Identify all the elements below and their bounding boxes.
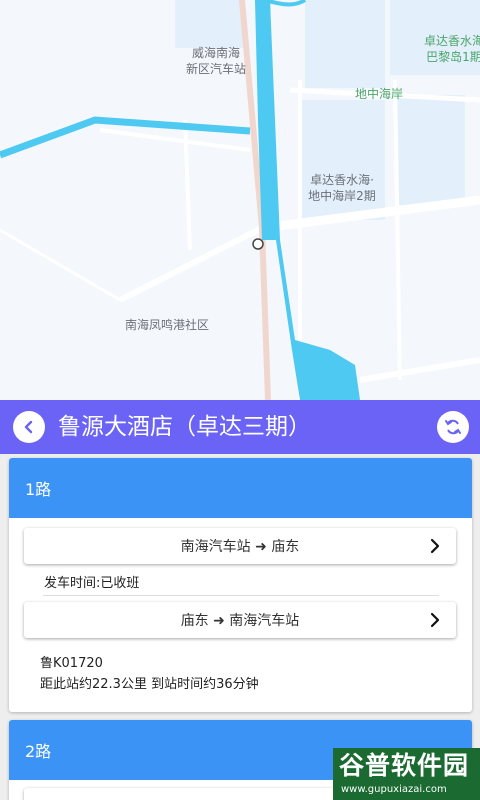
arrival-estimate: 距此站约22.3公里 到站时间约36分钟 [40,677,259,692]
back-button[interactable] [13,411,45,443]
watermark-url: www.gupuxiazai.com [341,784,447,795]
chevron-left-icon [24,420,33,434]
refresh-button[interactable] [437,411,469,443]
direction-label: 南海汽车站 ➜ 庙东 [180,539,300,555]
chevron-right-icon [430,612,440,628]
page-title: 鲁源大酒店（卓达三期） [58,414,311,440]
map-label-weihai-station: 威海南海 新区汽车站 [185,46,246,76]
watermark-title: 谷普软件园 [339,751,470,780]
bus-plate: 鲁K01720 [40,656,103,671]
direction-button[interactable]: 南海汽车站 ➜ 庙东 [24,528,456,564]
direction-label: 庙东 ➜ 南海汽车站 [180,613,300,629]
chevron-right-icon [430,538,440,554]
refresh-icon [445,419,461,435]
departure-time: 发车时间:已收班 [44,576,140,591]
watermark-logo: 谷普软件园 www.gupuxiazai.com [333,748,480,800]
map-view[interactable]: 威海南海 新区汽车站 卓达香水海 巴黎岛1期 地中海岸 卓达香水海· 地中海岸2… [0,0,480,400]
map-label-dizhonghai-coast: 地中海岸 [354,87,403,101]
direction-button[interactable]: 庙东 ➜ 南海汽车站 [24,602,456,638]
station-header: 鲁源大酒店（卓达三期） [0,400,480,454]
map-label-zhuoda-dizhonghai: 卓达香水海· 地中海岸2期 [308,173,376,203]
route-name: 2路 [25,742,52,761]
map-label-fengming-community: 南海凤鸣港社区 [124,318,209,332]
route-name: 1路 [25,480,52,499]
route-card-header[interactable]: 1路 [9,458,472,518]
divider [43,595,439,596]
map-label-zhuoda-bali: 卓达香水海 巴黎岛1期 [423,34,480,64]
route-card: 1路 南海汽车站 ➜ 庙东 发车时间:已收班 庙东 ➜ 南海汽车站 鲁K0172… [9,458,472,712]
